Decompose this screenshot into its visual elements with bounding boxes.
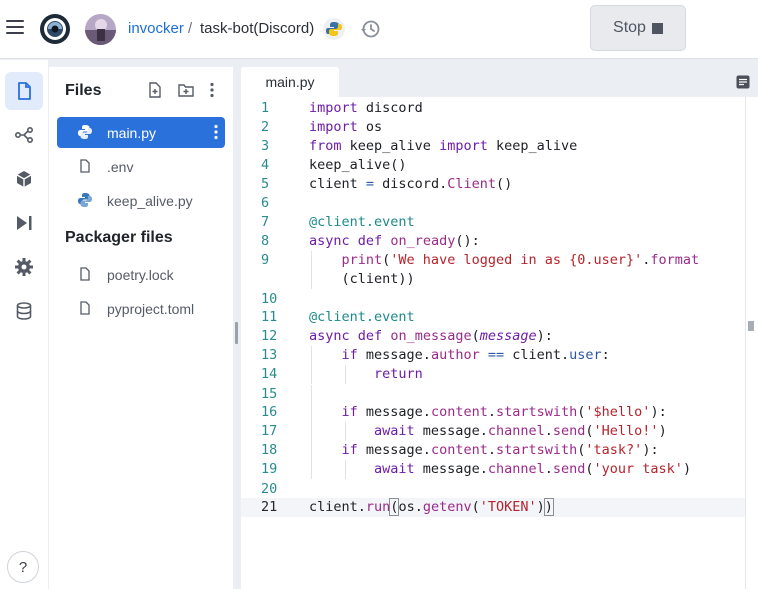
file-item-poetry-lock[interactable]: poetry.lock [57, 259, 225, 290]
file-name: .env [107, 159, 134, 175]
file-icon [80, 159, 90, 173]
code-line: 6 [261, 195, 270, 211]
code-line: 2 import os [261, 119, 383, 135]
code-line: 19 await message.channel.send('your task… [261, 460, 692, 479]
code-line: 1 import discord [261, 100, 423, 116]
code-editor[interactable]: 1 import discord 2 import os 3 from keep… [241, 97, 745, 589]
run-debugger-icon [17, 216, 32, 230]
files-more-icon[interactable] [209, 82, 215, 98]
code-line: 7 @client.event [261, 214, 415, 230]
code-line: (client)) [309, 270, 415, 289]
code-line-current: 21 client.run(os.getenv('TOKEN')) [241, 498, 745, 517]
new-file-icon[interactable] [148, 82, 162, 98]
tab-main-py[interactable]: main.py [241, 67, 339, 97]
editor-menu-icon[interactable] [736, 75, 750, 89]
rail-database-button[interactable] [5, 292, 43, 330]
breadcrumb-user-link[interactable]: invocker [128, 20, 184, 37]
files-panel: Files main.py .env keep_alive.py Package… [49, 67, 233, 589]
help-label: ? [18, 558, 28, 576]
version-control-icon [14, 126, 34, 144]
code-line: 13 if message.author == client.user: [261, 346, 610, 365]
rail-version-control-button[interactable] [5, 116, 43, 154]
history-icon[interactable] [359, 18, 381, 40]
stop-icon [651, 22, 663, 34]
rail-debugger-button[interactable] [5, 204, 43, 242]
rail-settings-button[interactable] [5, 248, 43, 286]
code-line: 4 keep_alive() [261, 157, 407, 173]
code-line: 5 client = discord.Client() [261, 176, 513, 192]
packages-icon [16, 171, 32, 187]
rail-files-button[interactable] [5, 72, 43, 110]
tab-label: main.py [265, 74, 315, 90]
code-line: 11 @client.event [261, 309, 415, 325]
top-bar: invocker / task-bot(Discord) Stop [0, 0, 758, 59]
code-line: 10 [261, 291, 278, 307]
packager-files-title: Packager files [65, 229, 173, 246]
database-icon [16, 302, 32, 320]
editor-scrollbar[interactable] [745, 97, 758, 589]
replit-workspace: invocker / task-bot(Discord) Stop ? File… [0, 0, 758, 589]
scrollbar-thumb[interactable] [748, 321, 754, 331]
file-name: keep_alive.py [107, 193, 193, 209]
file-item-env[interactable]: .env [57, 151, 225, 182]
file-icon [80, 301, 90, 315]
stop-button[interactable]: Stop [590, 5, 686, 51]
python-icon [78, 125, 92, 139]
hamburger-menu-icon[interactable] [6, 20, 24, 36]
file-item-main-py[interactable]: main.py [57, 117, 225, 148]
file-name: pyproject.toml [107, 301, 195, 317]
code-line: 20 [261, 481, 278, 497]
python-language-icon[interactable] [323, 18, 345, 40]
rail-packages-button[interactable] [5, 160, 43, 198]
code-line: 9 print('We have logged in as {0.user}'.… [261, 251, 700, 270]
code-line: 3 from keep_alive import keep_alive [261, 138, 578, 154]
tool-rail: ? [0, 60, 48, 589]
files-icon [18, 82, 31, 100]
user-avatar[interactable] [85, 14, 116, 45]
file-icon [80, 267, 90, 281]
files-title: Files [65, 82, 102, 99]
code-line: 18 if message.content.startswith('task?'… [261, 441, 659, 460]
breadcrumb-separator: / [188, 20, 193, 37]
code-line: 16 if message.content.startswith('$hello… [261, 403, 667, 422]
new-folder-icon[interactable] [178, 82, 194, 98]
file-item-pyproject-toml[interactable]: pyproject.toml [57, 293, 225, 324]
help-button[interactable]: ? [7, 551, 39, 583]
stop-button-label: Stop [613, 19, 646, 36]
replit-logo-icon[interactable] [39, 13, 71, 45]
panel-resize-handle[interactable] [235, 322, 238, 344]
code-line: 8 async def on_ready(): [261, 233, 480, 249]
code-line: 12 async def on_message(message): [261, 328, 553, 344]
breadcrumb-repl-name[interactable]: task-bot(Discord) [200, 20, 314, 37]
editor-tab-bar: main.py [241, 67, 758, 97]
file-name: poetry.lock [107, 267, 174, 283]
file-name: main.py [107, 125, 157, 141]
python-icon [78, 193, 92, 207]
settings-icon [15, 258, 33, 276]
file-more-icon[interactable] [213, 124, 219, 140]
code-line: 17 await message.channel.send('Hello!') [261, 422, 667, 441]
code-line: 15 [241, 385, 745, 404]
code-line: 14 return [261, 365, 423, 384]
file-item-keep-alive-py[interactable]: keep_alive.py [57, 185, 225, 216]
